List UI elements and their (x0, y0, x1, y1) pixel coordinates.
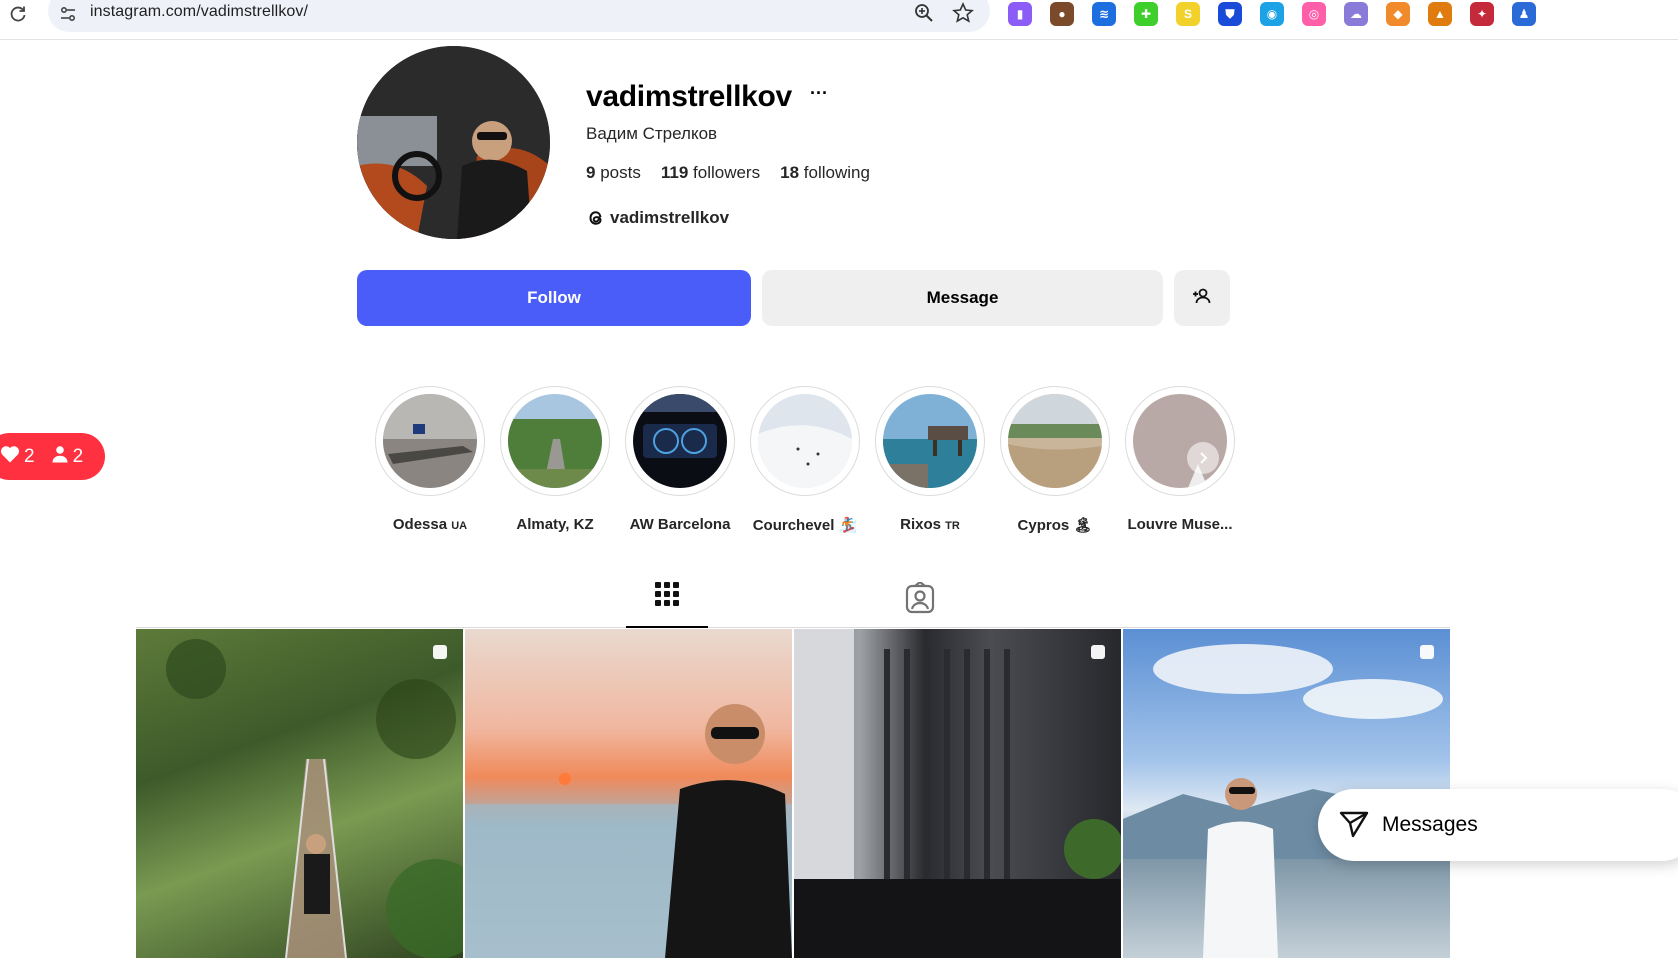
suggested-accounts-button[interactable] (1174, 270, 1230, 326)
person-icon (51, 445, 69, 469)
browser-toolbar: instagram.com/vadimstrellkov/ ▮ ● ≋ ✚ S ⛊ ◉ ◎ ☁ ◆… (0, 0, 1678, 40)
post-thumbnail[interactable] (794, 629, 1121, 958)
purple-cloud-ext-icon[interactable]: ☁ (1344, 2, 1368, 26)
posts-count: 9 (586, 163, 596, 182)
highlight-ring (750, 386, 860, 496)
site-settings-icon[interactable] (58, 4, 78, 24)
profile-username: vadimstrellkov (586, 80, 792, 113)
highlight-thumbnail (1008, 394, 1102, 488)
layers-ext-icon[interactable]: ≋ (1092, 2, 1116, 26)
highlight-ring (625, 386, 735, 496)
extensions-bar: ▮ ● ≋ ✚ S ⛊ ◉ ◎ ☁ ◆ ▲ ✦ ♟ (1008, 2, 1536, 26)
tab-tagged[interactable] (900, 580, 940, 618)
highlight-label: Cypros 🏝 (1017, 517, 1093, 534)
highlights-next-arrow[interactable] (1187, 442, 1219, 474)
shield-ext-icon[interactable]: ⛊ (1218, 2, 1242, 26)
carousel-icon (1089, 643, 1107, 661)
highlight-item[interactable]: AW Barcelona (625, 386, 735, 533)
following-stat[interactable]: 18 following (780, 163, 870, 183)
highlight-item[interactable]: Cypros 🏝 (1000, 386, 1110, 534)
followers-count: 119 (660, 163, 689, 182)
tabs-divider (136, 627, 1450, 628)
highlight-thumbnail (383, 394, 477, 488)
profile-avatar[interactable] (357, 46, 550, 239)
messages-label: Messages (1382, 813, 1478, 836)
carousel-icon (431, 643, 449, 661)
chevron-right-icon (1200, 452, 1208, 464)
threads-handle[interactable]: vadimstrellkov (610, 208, 729, 228)
highlight-item[interactable]: Odessa UA (375, 386, 485, 533)
posts-label: posts (600, 163, 641, 182)
posts-stat: 9 posts (586, 163, 641, 183)
highlight-thumbnail (883, 394, 977, 488)
highlight-thumbnail (633, 394, 727, 488)
highlight-label: Almaty, KZ (516, 516, 594, 533)
profile-stats: 9 posts 119 followers 18 following (586, 163, 870, 183)
grid-icon (654, 578, 680, 626)
bookmark-star-icon[interactable] (952, 2, 974, 24)
highlight-ring (375, 386, 485, 496)
puzzle-ext-icon[interactable]: ♟ (1512, 2, 1536, 26)
following-label: following (803, 163, 870, 182)
highlight-item[interactable]: Courchevel 🏂 (750, 386, 860, 534)
highlight-ring (1125, 386, 1235, 496)
blue-swirl-ext-icon[interactable]: ◉ (1260, 2, 1284, 26)
following-count: 18 (780, 163, 800, 182)
zoom-icon[interactable] (914, 3, 934, 23)
add-person-icon (1192, 286, 1212, 311)
reload-icon[interactable] (6, 2, 30, 26)
post-thumbnail[interactable] (136, 629, 463, 958)
highlight-label: Louvre Muse... (1127, 516, 1233, 533)
highlight-ring (1000, 386, 1110, 496)
green-grid-ext-icon[interactable]: ✚ (1134, 2, 1158, 26)
address-bar[interactable]: instagram.com/vadimstrellkov/ (48, 0, 990, 32)
flame-ext-icon[interactable]: ▲ (1428, 2, 1452, 26)
purple-book-ext-icon[interactable]: ▮ (1008, 2, 1032, 26)
followers-stat[interactable]: 119 followers (661, 163, 760, 183)
highlight-ring (875, 386, 985, 496)
globe-ext-icon[interactable]: ✦ (1470, 2, 1494, 26)
tab-posts[interactable] (626, 578, 708, 628)
follows-count: 2 (72, 445, 84, 467)
highlight-label: Odessa UA (392, 516, 468, 533)
cookie-ext-icon[interactable]: ● (1050, 2, 1074, 26)
send-paper-plane-icon (1338, 807, 1370, 844)
threads-link[interactable]: vadimstrellkov (586, 208, 729, 228)
threads-icon (586, 208, 606, 228)
highlight-label: Courchevel 🏂 (752, 517, 858, 534)
messages-dock[interactable]: Messages (1318, 789, 1678, 861)
highlight-item[interactable]: Rixos TR (875, 386, 985, 533)
more-options-icon[interactable]: ··· (810, 84, 830, 102)
highlight-ring (500, 386, 610, 496)
fox-ext-icon[interactable]: ◆ (1386, 2, 1410, 26)
url-text[interactable]: instagram.com/vadimstrellkov/ (90, 3, 308, 21)
highlight-thumbnail (508, 394, 602, 488)
message-button[interactable]: Message (762, 270, 1163, 326)
heart-icon (0, 445, 20, 469)
carousel-icon (1418, 643, 1436, 661)
followers-label: followers (693, 163, 761, 182)
post-thumbnail[interactable] (465, 629, 792, 958)
activity-notification-badge[interactable]: 2 2 (0, 433, 105, 480)
highlight-thumbnail (1133, 394, 1227, 488)
likes-count: 2 (24, 445, 35, 467)
highlight-thumbnail (758, 394, 852, 488)
story-highlights: Odessa UA Almaty, KZ AW Barcelona Courch… (375, 386, 1235, 536)
yellow-s-ext-icon[interactable]: S (1176, 2, 1200, 26)
highlight-label: Rixos TR (900, 516, 960, 533)
profile-full-name: Вадим Стрелков (586, 124, 718, 143)
pink-ext-icon[interactable]: ◎ (1302, 2, 1326, 26)
tagged-user-icon (905, 580, 935, 618)
highlight-label: AW Barcelona (629, 516, 731, 533)
follow-button[interactable]: Follow (357, 270, 751, 326)
posts-grid (136, 629, 1450, 958)
highlight-item[interactable]: Almaty, KZ (500, 386, 610, 533)
